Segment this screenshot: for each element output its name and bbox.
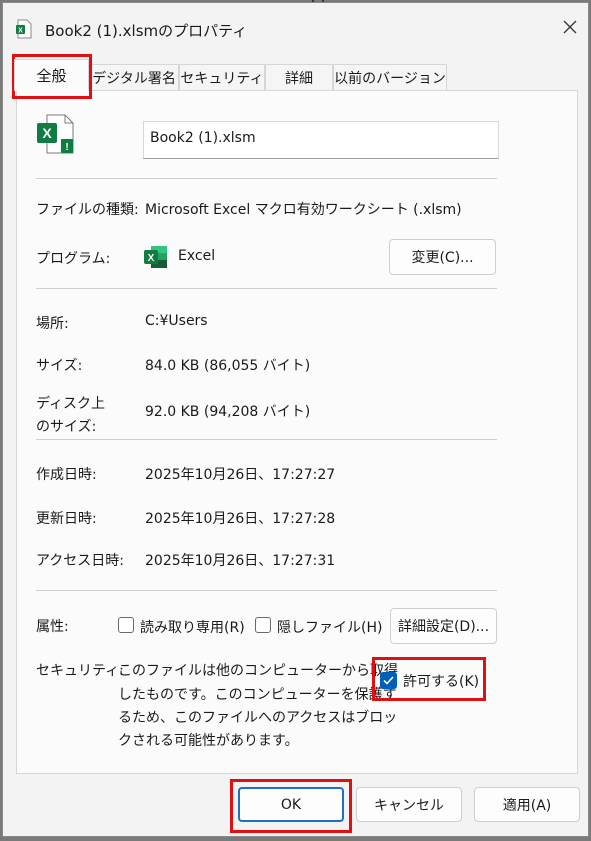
disk-size-value: 92.0 KB (94,208 バイト) (145, 404, 311, 420)
security-message-line2: したものです。このコンピューターを保護す (118, 687, 397, 703)
excel-macro-file-icon: X ! (37, 114, 74, 154)
checkmark-icon (383, 676, 394, 685)
hidden-label[interactable]: 隠しファイル(H) (277, 617, 382, 637)
size-value: 84.0 KB (86,055 バイト) (145, 358, 311, 374)
security-label: セキュリティ: (36, 663, 124, 679)
program-value: Excel (178, 248, 216, 264)
svg-text:X: X (18, 28, 23, 35)
accessed-label: アクセス日時: (36, 553, 125, 569)
tab-security[interactable]: セキュリティ (179, 64, 265, 90)
excel-file-icon: X (16, 19, 32, 39)
svg-text:X: X (42, 125, 52, 141)
apply-button[interactable]: 適用(A) (474, 787, 580, 822)
tab-previous-versions[interactable]: 以前のバージョン (333, 64, 447, 90)
attributes-label: 属性: (36, 619, 69, 635)
size-label: サイズ: (36, 358, 83, 374)
advanced-attributes-button[interactable]: 詳細設定(D)... (390, 608, 497, 644)
file-type-value: Microsoft Excel マクロ有効ワークシート (.xlsm) (145, 202, 462, 218)
accessed-value: 2025年10月26日、17:27:31 (145, 553, 336, 569)
program-label: プログラム: (36, 251, 111, 267)
svg-text:X: X (148, 253, 155, 264)
properties-dialog: X Book2 (1).xlsmのプロパティ デジタル署名 セキュリティ 詳細 … (2, 2, 589, 837)
location-label: 場所: (36, 316, 69, 332)
close-button[interactable] (556, 13, 584, 41)
disk-size-label-line2: のサイズ: (36, 419, 97, 435)
modified-label: 更新日時: (36, 511, 97, 527)
tab-general[interactable]: 全般 (14, 59, 89, 91)
separator (36, 178, 497, 179)
disk-size-label-line1: ディスク上 (36, 396, 106, 412)
readonly-checkbox[interactable] (118, 617, 134, 633)
security-message-line4: クされる可能性があります。 (118, 733, 299, 749)
file-name-input[interactable]: Book2 (1).xlsm (143, 121, 499, 159)
file-type-label: ファイルの種類: (36, 202, 139, 218)
excel-app-icon: X (144, 246, 167, 268)
change-program-button[interactable]: 変更(C)... (389, 239, 496, 275)
hidden-checkbox[interactable] (255, 617, 271, 633)
tab-details[interactable]: 詳細 (265, 64, 333, 90)
separator (36, 439, 497, 440)
unblock-label[interactable]: 許可する(K) (403, 671, 479, 691)
separator (36, 590, 497, 591)
ok-button[interactable]: OK (238, 787, 344, 822)
cancel-button[interactable]: キャンセル (356, 787, 462, 822)
created-label: 作成日時: (36, 467, 97, 483)
created-value: 2025年10月26日、17:27:27 (145, 467, 336, 483)
unblock-checkbox[interactable] (380, 672, 397, 689)
location-value: C:¥Users (145, 313, 208, 329)
security-message-line3: るため、このファイルへのアクセスはブロッ (118, 710, 398, 726)
readonly-label[interactable]: 読み取り専用(R) (140, 617, 245, 637)
separator (36, 288, 497, 289)
tab-digital-signature[interactable]: デジタル署名 (89, 64, 179, 90)
svg-text:!: ! (65, 142, 68, 153)
modified-value: 2025年10月26日、17:27:28 (145, 511, 336, 527)
close-icon (563, 20, 577, 34)
window-title: Book2 (1).xlsmのプロパティ (45, 22, 248, 40)
security-message-line1: このファイルは他のコンピューターから取得 (118, 663, 398, 679)
